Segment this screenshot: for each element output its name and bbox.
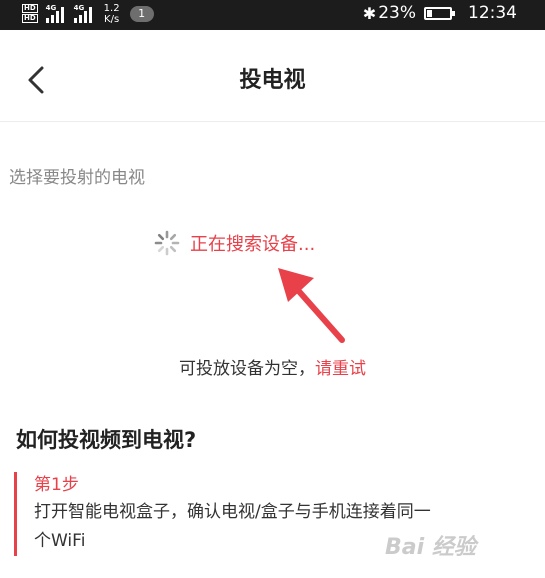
annotation-arrow-icon	[278, 268, 345, 343]
signal1-label: 4G	[45, 4, 57, 12]
signal2-label: 4G	[73, 4, 85, 12]
sim1-hd-label: HD	[22, 4, 38, 13]
step-title: 第1步	[34, 475, 79, 495]
signal-strength-icon: 4G	[45, 4, 66, 23]
net-speed-value: 1.2	[103, 3, 120, 14]
bluetooth-icon: ✱	[362, 3, 377, 23]
header-divider	[0, 121, 545, 122]
searching-text: 正在搜索设备...	[190, 234, 316, 255]
step-description-line: 打开智能电视盒子，确认电视/盒子与手机连接着同一	[34, 502, 431, 522]
searching-indicator: 正在搜索设备...	[154, 230, 315, 256]
screen: HD HD 4G 4G 1.2 K/s 1 ✱ 23% 12:34 投电视 选择…	[0, 0, 545, 578]
help-title: 如何投视频到电视?	[16, 428, 197, 452]
battery-icon	[424, 6, 455, 20]
sim-hd-indicators: HD HD	[22, 4, 38, 24]
battery-percent: 23%	[378, 3, 416, 23]
clock: 12:34	[468, 3, 517, 23]
net-speed-unit: K/s	[104, 14, 120, 25]
net-speed: 1.2 K/s	[104, 3, 120, 25]
loading-spinner-icon	[154, 230, 180, 256]
empty-devices-text: 可投放设备为空，	[179, 359, 315, 379]
tv-section-label: 选择要投射的电视	[9, 168, 145, 188]
notification-count-badge: 1	[129, 6, 154, 22]
sim2-hd-label: HD	[22, 14, 38, 23]
battery-fill	[427, 9, 432, 17]
retry-link[interactable]: 请重试	[315, 359, 366, 379]
status-bar-left: HD HD 4G 4G 1.2 K/s 1	[22, 3, 154, 25]
signal-strength-icon-2: 4G	[73, 4, 94, 23]
empty-devices-message: 可投放设备为空，请重试	[0, 354, 545, 379]
page-title: 投电视	[239, 68, 306, 93]
status-bar: HD HD 4G 4G 1.2 K/s 1 ✱ 23% 12:34	[0, 0, 545, 30]
status-bar-right: ✱ 23% 12:34	[363, 3, 517, 23]
baidu-watermark: Bai 经验	[385, 535, 476, 560]
